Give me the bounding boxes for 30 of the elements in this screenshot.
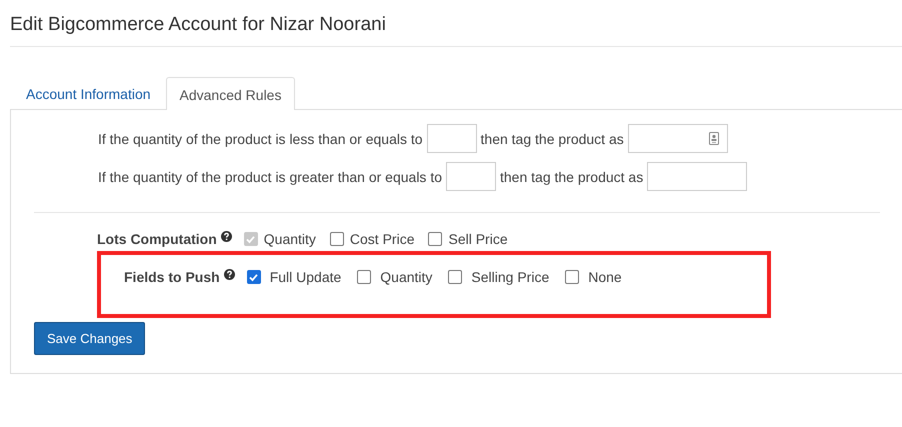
checkbox[interactable] <box>448 270 462 284</box>
checkbox[interactable] <box>565 270 580 284</box>
tab[interactable]: Account Information <box>12 77 165 109</box>
rule-text: If the quantity of the product is greater than or equals to <box>98 168 442 184</box>
field-label: Fields to Push <box>124 269 220 285</box>
checkbox-label: Cost Price <box>350 231 414 247</box>
checkbox[interactable] <box>246 270 261 284</box>
checkbox-label: Full Update <box>270 269 342 285</box>
tag-field[interactable] <box>647 162 748 191</box>
help-icon <box>224 269 235 280</box>
tag-field[interactable] <box>628 124 728 153</box>
quantity-field[interactable] <box>446 162 496 191</box>
checkbox[interactable] <box>357 270 372 284</box>
checkbox-label: None <box>588 269 622 285</box>
field-label: Lots Computation <box>97 231 217 247</box>
checkbox[interactable] <box>428 232 442 246</box>
checkbox-label: Quantity <box>380 269 432 285</box>
rule-text: If the quantity of the product is less than or equals to <box>98 130 423 146</box>
rule-text: then tag the product as <box>480 130 624 146</box>
checkbox-label: Quantity <box>264 231 316 247</box>
tab[interactable]: Advanced Rules <box>166 77 296 110</box>
page-title: Edit Bigcommerce Account for Nizar Noorani <box>10 0 902 47</box>
checkbox[interactable] <box>330 232 344 246</box>
save-button[interactable]: Save Changes <box>34 322 146 355</box>
checkbox-label: Selling Price <box>471 269 550 285</box>
contact-card-icon <box>708 132 719 145</box>
quantity-field[interactable] <box>426 124 477 153</box>
rule-text: then tag the product as <box>500 168 644 184</box>
checkbox-label: Sell Price <box>448 231 508 247</box>
help-icon <box>220 231 232 242</box>
